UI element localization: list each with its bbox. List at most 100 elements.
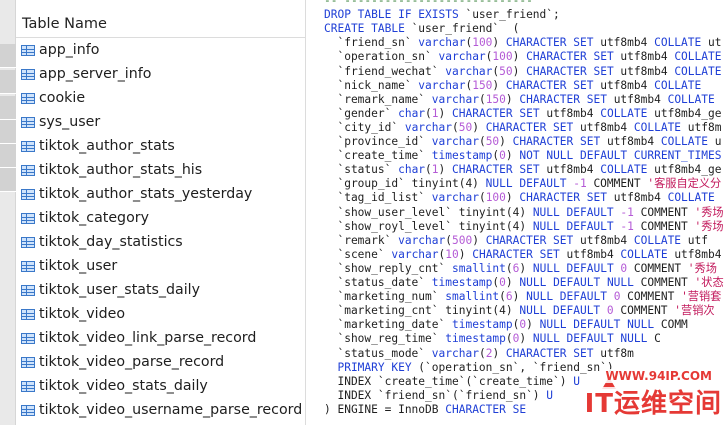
table-icon [21,260,35,272]
code-token: `status` [324,163,399,177]
code-token: `marketing_date` [324,318,452,332]
code-token: COMMENT [627,290,682,304]
table-list-item[interactable]: tiktok_video_username_parse_record [16,398,306,422]
code-token: '秀场 [687,261,717,275]
code-token: COMMENT [640,205,695,219]
code-token: `operation_sn` [324,50,439,64]
table-list-item[interactable]: tiktok_category [16,206,306,230]
code-line: `show_reg_time` timestamp(0) NULL DEFAUL… [324,332,660,346]
code-token: `friend_sn`(`friend_sn`) [377,388,547,402]
table-list-item[interactable]: tiktok_video [16,302,306,326]
code-token: `remark` [324,233,399,247]
code-token: 100 [492,50,513,64]
code-token: utf8mb4 [613,92,668,106]
table-list-item[interactable]: app_server_info [16,62,306,86]
table-list-item[interactable]: tiktok_user [16,254,306,278]
code-token: smallint [451,261,506,275]
table-name-label: tiktok_author_stats_his [39,162,203,178]
code-line: `marketing_cnt` tinyint(4) NULL DEFAULT … [324,304,714,318]
code-line: `marketing_date` timestamp(0) NULL DEFAU… [324,318,687,332]
code-token: timestamp [431,276,493,289]
table-list-item[interactable]: tiktok_user_stats_daily [16,278,306,302]
code-token: varchar [431,135,479,148]
code-token: varchar [438,50,486,64]
code-token: `marketing_num` [324,290,446,304]
code-token: COLLATE [654,36,708,50]
code-token: utf8mb4 [546,163,601,177]
code-token: ( [445,233,452,247]
code-token: -- [324,0,345,7]
table-icon [21,116,35,128]
table-name-label: tiktok_video_username_parse_record [39,402,303,418]
watermark-brand: IT运维空间 [582,387,724,421]
code-token: COLLATE [600,106,655,120]
code-token: ) [519,261,533,275]
code-token: `user_friend`; [465,8,560,22]
code-token: utf8mb4 [674,247,722,261]
table-list-item[interactable]: tiktok_video_link_parse_record [16,326,306,350]
table-icon [21,44,35,56]
code-token: `group_id` [324,177,412,191]
table-icon [21,164,35,176]
table-name-label: tiktok_author_stats_yesterday [39,186,253,202]
code-token: '秀场 [694,219,724,233]
code-token: COMMENT [633,261,688,275]
code-token: `province_id` [324,135,432,148]
code-token: NULL DEFAULT [532,261,621,275]
code-token: CHARACTER SET [526,50,621,64]
code-token: ) [438,163,453,177]
code-token: ) [512,64,527,78]
code-token: char [398,163,426,177]
code-token: INDEX [324,388,378,402]
code-line: `create_time` timestamp(0) NOT NULL DEFA… [324,149,721,163]
watermark-logo: WWW.94IP.COM IT运维空间 [578,355,728,425]
code-line: `show_user_level` tinyint(4) NULL DEFAUL… [324,205,724,220]
code-token: CHARACTER SET [485,120,580,134]
table-list-item[interactable]: tiktok_video_parse_record [16,350,306,374]
code-token: `city_id` [324,120,405,134]
code-token: ) [505,191,520,205]
row-selector-cell [0,44,16,68]
code-line: INDEX `create_time`(`create_time`) U [324,375,580,389]
table-list-item[interactable]: tiktok_author_stats_his [16,158,306,182]
code-token: 0 [620,261,634,275]
code-line: `status` char(1) CHARACTER SET utf8mb4 C… [324,163,721,177]
code-line: `remark_name` varchar(150) CHARACTER SET… [324,92,714,107]
table-icon [21,140,35,152]
table-list-item[interactable]: cookie [16,86,306,110]
table-icon [21,236,35,248]
code-token: COMMENT [640,219,695,233]
code-token: ( [505,261,513,275]
table-list-item[interactable]: app_info [16,38,306,62]
code-token: tinyint(4) [411,177,486,191]
code-token: '秀场 [694,205,724,219]
table-list-item[interactable]: sys_user [16,110,306,134]
table-list-item[interactable]: tiktok_author_stats_yesterday [16,182,306,206]
code-token: 6 [505,290,513,304]
table-name-label: tiktok_video [39,306,126,322]
row-selector-cell [0,96,16,120]
table-list-item[interactable]: tiktok_author_stats [16,134,306,158]
code-line: `marketing_num` smallint(6) NULL DEFAULT… [324,290,721,304]
code-token: ) [472,233,486,247]
code-line: `status_date` timestamp(0) NULL DEFAULT … [324,276,723,290]
table-name-column-header[interactable]: Table Name [16,10,306,38]
code-token: `show_royl_level` [324,219,459,233]
code-token: NULL DEFAULT [519,304,607,318]
code-token: ) [492,78,506,92]
code-token: `status_mode` [324,346,432,360]
table-name-label: tiktok_video_link_parse_record [39,330,257,346]
code-token: 150 [472,78,493,92]
code-token: NULL DEFAULT [532,205,621,219]
code-token: 0 [613,290,628,304]
code-token: CHARACTER SET [505,78,601,92]
table-list-item[interactable]: tiktok_day_statistics [16,230,306,254]
code-token: ) [519,332,533,346]
code-token: ( [478,135,486,148]
code-token: COMMENT [593,177,648,191]
code-token: varchar [391,247,439,261]
table-list-item[interactable]: tiktok_video_stats_daily [16,374,306,398]
table-name-label: app_server_info [39,66,152,82]
code-token: NOT NULL DEFAULT CURRENT_TIMES [519,149,722,163]
code-token: 0 [606,304,621,318]
